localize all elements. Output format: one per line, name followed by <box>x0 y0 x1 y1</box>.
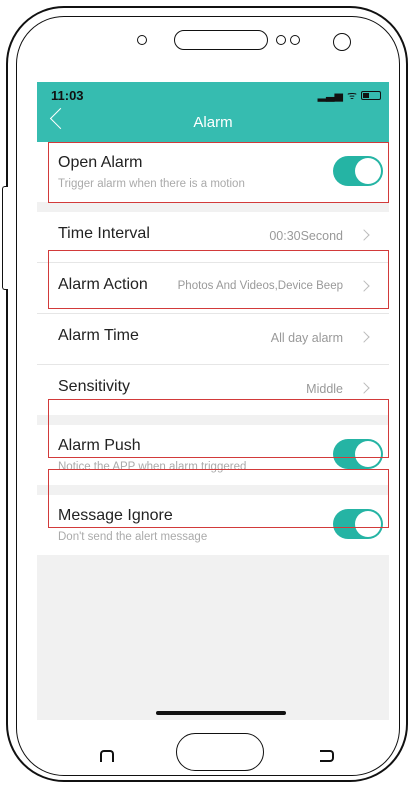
sensitivity-value: Middle <box>306 382 343 396</box>
sensitivity-label: Sensitivity <box>58 378 131 395</box>
highlight-alarm-push <box>48 399 389 458</box>
recent-apps-icon[interactable] <box>100 750 114 762</box>
highlight-message-ignore <box>48 469 389 528</box>
status-icons: ▂▃▅ ᯤ <box>318 88 381 103</box>
time-interval-label: Time Interval <box>58 225 150 242</box>
sensor-dot-2 <box>290 35 300 45</box>
sensor-dot-1 <box>276 35 286 45</box>
alarm-time-label: Alarm Time <box>58 327 139 344</box>
home-indicator <box>156 711 286 715</box>
side-button <box>2 186 8 290</box>
highlight-alarm-action <box>48 250 389 309</box>
chevron-right-icon <box>358 331 370 343</box>
signal-icon: ▂▃▅ <box>317 90 343 102</box>
chevron-right-icon <box>358 382 370 394</box>
speaker-grille <box>174 30 268 50</box>
home-button[interactable] <box>176 733 264 771</box>
status-time: 11:03 <box>51 88 84 103</box>
time-interval-value: 00:30Second <box>269 229 343 243</box>
front-camera <box>333 33 351 51</box>
back-nav-icon[interactable] <box>320 750 334 762</box>
battery-icon <box>361 91 381 100</box>
row-alarm-time[interactable]: Alarm Time All day alarm <box>37 314 389 364</box>
app-header: 11:03 ▂▃▅ ᯤ Alarm <box>37 82 389 142</box>
highlight-open-alarm <box>48 142 389 203</box>
wifi-icon: ᯤ <box>346 90 357 102</box>
page-title: Alarm <box>193 114 233 131</box>
message-ignore-desc: Don't send the alert message <box>58 531 208 543</box>
chevron-right-icon <box>358 229 370 241</box>
alarm-time-value: All day alarm <box>270 331 343 345</box>
camera-dot <box>137 35 147 45</box>
